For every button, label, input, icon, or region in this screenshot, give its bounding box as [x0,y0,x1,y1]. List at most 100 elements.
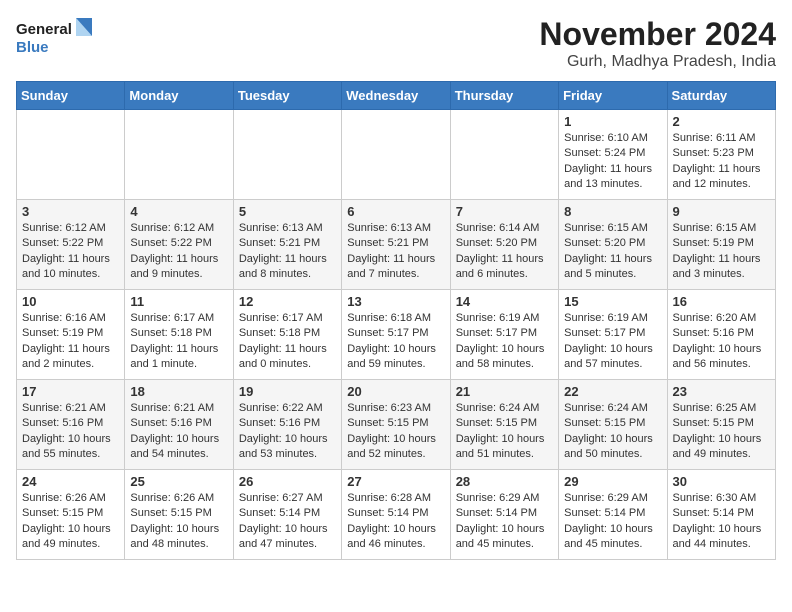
calendar-cell [342,110,450,200]
calendar-cell: 16 Sunrise: 6:20 AM Sunset: 5:16 PM Dayli… [667,290,775,380]
calendar-cell: 13Sunrise: 6:18 AM Sunset: 5:17 PM Dayli… [342,290,450,380]
header-day-sunday: Sunday [17,82,125,110]
calendar-cell: 26 Sunrise: 6:27 AM Sunset: 5:14 PM Dayli… [233,470,341,560]
calendar-cell: 29 Sunrise: 6:29 AM Sunset: 5:14 PM Dayli… [559,470,667,560]
location-subtitle: Gurh, Madhya Pradesh, India [539,53,776,71]
calendar-cell: 24Sunrise: 6:26 AM Sunset: 5:15 PM Dayli… [17,470,125,560]
calendar-cell: 7 Sunrise: 6:14 AM Sunset: 5:20 PM Daylig… [450,200,558,290]
day-number: 19 [239,384,336,399]
day-info: Sunrise: 6:12 AM Sunset: 5:22 PM Dayligh… [130,221,227,283]
day-number: 13 [347,294,444,309]
day-number: 15 [564,294,661,309]
calendar-cell: 2 Sunrise: 6:11 AM Sunset: 5:23 PM Daylig… [667,110,775,200]
day-number: 24 [22,474,119,489]
svg-text:General: General [16,21,72,38]
day-info: Sunrise: 6:21 AM Sunset: 5:16 PM Dayligh… [130,401,227,463]
calendar-cell [233,110,341,200]
calendar-cell: 5Sunrise: 6:13 AM Sunset: 5:21 PM Daylig… [233,200,341,290]
day-number: 17 [22,384,119,399]
title-area: November 2024 Gurh, Madhya Pradesh, Indi… [539,16,776,71]
day-number: 27 [347,474,444,489]
calendar-cell: 20 Sunrise: 6:23 AM Sunset: 5:15 PM Dayli… [342,380,450,470]
day-info: Sunrise: 6:24 AM Sunset: 5:15 PM Dayligh… [564,401,661,463]
calendar-cell: 27 Sunrise: 6:28 AM Sunset: 5:14 PM Dayli… [342,470,450,560]
day-info: Sunrise: 6:29 AM Sunset: 5:14 PM Dayligh… [564,491,661,553]
day-number: 26 [239,474,336,489]
day-number: 4 [130,204,227,219]
day-number: 28 [456,474,553,489]
day-info: Sunrise: 6:22 AM Sunset: 5:16 PM Dayligh… [239,401,336,463]
day-info: Sunrise: 6:15 AM Sunset: 5:20 PM Dayligh… [564,221,661,283]
calendar-cell: 3Sunrise: 6:12 AM Sunset: 5:22 PM Daylig… [17,200,125,290]
calendar-table: SundayMondayTuesdayWednesdayThursdayFrid… [16,81,776,560]
day-number: 1 [564,114,661,129]
calendar-cell: 30 Sunrise: 6:30 AM Sunset: 5:14 PM Dayli… [667,470,775,560]
day-number: 30 [673,474,770,489]
calendar-cell: 9 Sunrise: 6:15 AM Sunset: 5:19 PM Daylig… [667,200,775,290]
header-day-friday: Friday [559,82,667,110]
day-number: 11 [130,294,227,309]
calendar-cell: 12Sunrise: 6:17 AM Sunset: 5:18 PM Dayli… [233,290,341,380]
day-info: Sunrise: 6:13 AM Sunset: 5:21 PM Dayligh… [347,221,444,283]
day-number: 6 [347,204,444,219]
day-number: 2 [673,114,770,129]
day-info: Sunrise: 6:17 AM Sunset: 5:18 PM Dayligh… [130,311,227,373]
day-info: Sunrise: 6:21 AM Sunset: 5:16 PM Dayligh… [22,401,119,463]
day-number: 23 [673,384,770,399]
day-number: 20 [347,384,444,399]
calendar-cell: 6 Sunrise: 6:13 AM Sunset: 5:21 PM Daylig… [342,200,450,290]
day-number: 25 [130,474,227,489]
day-number: 5 [239,204,336,219]
day-info: Sunrise: 6:19 AM Sunset: 5:17 PM Dayligh… [456,311,553,373]
week-row-1: 1 Sunrise: 6:10 AM Sunset: 5:24 PM Daylig… [17,110,776,200]
calendar-cell: 21Sunrise: 6:24 AM Sunset: 5:15 PM Dayli… [450,380,558,470]
day-info: Sunrise: 6:10 AM Sunset: 5:24 PM Dayligh… [564,131,661,193]
day-number: 14 [456,294,553,309]
day-info: Sunrise: 6:14 AM Sunset: 5:20 PM Dayligh… [456,221,553,283]
calendar-cell: 18 Sunrise: 6:21 AM Sunset: 5:16 PM Dayli… [125,380,233,470]
week-row-3: 10Sunrise: 6:16 AM Sunset: 5:19 PM Dayli… [17,290,776,380]
day-number: 8 [564,204,661,219]
day-number: 9 [673,204,770,219]
day-info: Sunrise: 6:26 AM Sunset: 5:15 PM Dayligh… [130,491,227,553]
day-info: Sunrise: 6:28 AM Sunset: 5:14 PM Dayligh… [347,491,444,553]
day-info: Sunrise: 6:15 AM Sunset: 5:19 PM Dayligh… [673,221,770,283]
week-row-4: 17 Sunrise: 6:21 AM Sunset: 5:16 PM Dayli… [17,380,776,470]
header-day-tuesday: Tuesday [233,82,341,110]
day-number: 18 [130,384,227,399]
day-info: Sunrise: 6:11 AM Sunset: 5:23 PM Dayligh… [673,131,770,193]
day-info: Sunrise: 6:17 AM Sunset: 5:18 PM Dayligh… [239,311,336,373]
day-number: 22 [564,384,661,399]
header: General Blue November 2024 Gurh, Madhya … [16,16,776,71]
day-number: 3 [22,204,119,219]
day-number: 21 [456,384,553,399]
calendar-cell: 22 Sunrise: 6:24 AM Sunset: 5:15 PM Dayli… [559,380,667,470]
calendar-cell [17,110,125,200]
calendar-cell: 28 Sunrise: 6:29 AM Sunset: 5:14 PM Dayli… [450,470,558,560]
day-info: Sunrise: 6:27 AM Sunset: 5:14 PM Dayligh… [239,491,336,553]
header-row: SundayMondayTuesdayWednesdayThursdayFrid… [17,82,776,110]
header-day-saturday: Saturday [667,82,775,110]
calendar-cell: 11 Sunrise: 6:17 AM Sunset: 5:18 PM Dayli… [125,290,233,380]
calendar-body: 1 Sunrise: 6:10 AM Sunset: 5:24 PM Daylig… [17,110,776,560]
day-number: 7 [456,204,553,219]
day-info: Sunrise: 6:30 AM Sunset: 5:14 PM Dayligh… [673,491,770,553]
day-info: Sunrise: 6:16 AM Sunset: 5:19 PM Dayligh… [22,311,119,373]
svg-text:Blue: Blue [16,39,49,56]
day-info: Sunrise: 6:29 AM Sunset: 5:14 PM Dayligh… [456,491,553,553]
calendar-cell: 1 Sunrise: 6:10 AM Sunset: 5:24 PM Daylig… [559,110,667,200]
calendar-cell: 8 Sunrise: 6:15 AM Sunset: 5:20 PM Daylig… [559,200,667,290]
logo: General Blue [16,16,96,60]
header-day-thursday: Thursday [450,82,558,110]
day-info: Sunrise: 6:20 AM Sunset: 5:16 PM Dayligh… [673,311,770,373]
calendar-cell: 10Sunrise: 6:16 AM Sunset: 5:19 PM Dayli… [17,290,125,380]
day-number: 16 [673,294,770,309]
month-year-title: November 2024 [539,16,776,53]
header-day-monday: Monday [125,82,233,110]
day-info: Sunrise: 6:23 AM Sunset: 5:15 PM Dayligh… [347,401,444,463]
calendar-header: SundayMondayTuesdayWednesdayThursdayFrid… [17,82,776,110]
calendar-cell: 23 Sunrise: 6:25 AM Sunset: 5:15 PM Dayli… [667,380,775,470]
day-number: 29 [564,474,661,489]
day-info: Sunrise: 6:25 AM Sunset: 5:15 PM Dayligh… [673,401,770,463]
calendar-cell: 19 Sunrise: 6:22 AM Sunset: 5:16 PM Dayli… [233,380,341,470]
